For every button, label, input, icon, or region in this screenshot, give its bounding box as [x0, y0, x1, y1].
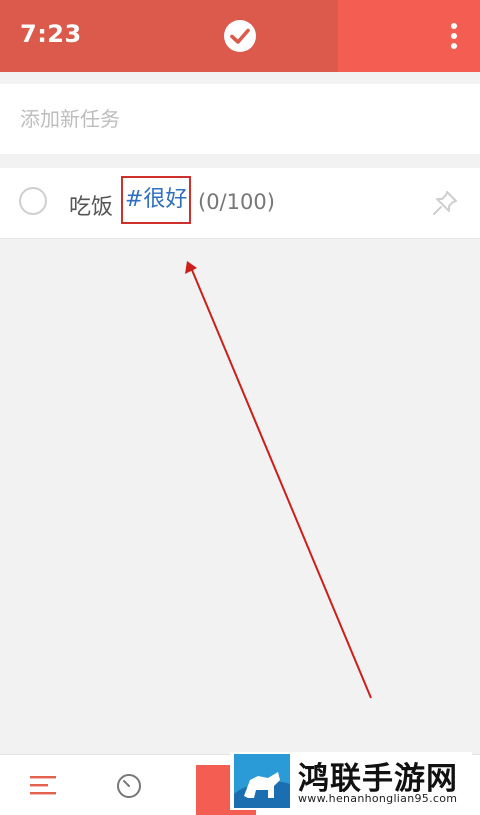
task-tag-highlighted[interactable]: #很好: [121, 176, 192, 224]
check-circle-icon[interactable]: [222, 18, 258, 54]
app-header: 7:23: [0, 0, 480, 72]
header-right-panel: [338, 0, 480, 72]
add-task-input[interactable]: [20, 102, 460, 136]
watermark-url: www.henanhonglian95.com: [298, 792, 458, 805]
pin-icon[interactable]: [430, 188, 460, 218]
task-progress: (0/100): [198, 190, 275, 214]
status-time: 7:23: [20, 20, 82, 48]
task-complete-checkbox[interactable]: [19, 187, 47, 215]
more-vert-icon[interactable]: [450, 22, 458, 50]
task-row[interactable]: 吃饭 (0/100): [0, 168, 480, 239]
task-name: 吃饭: [69, 195, 114, 220]
watermark: 鸿联手游网 www.henanhonglian95.com: [230, 752, 472, 810]
clock-icon[interactable]: [116, 773, 142, 799]
add-task-bar: [0, 84, 480, 154]
list-icon[interactable]: [30, 775, 56, 795]
watermark-logo-icon: [234, 754, 290, 808]
